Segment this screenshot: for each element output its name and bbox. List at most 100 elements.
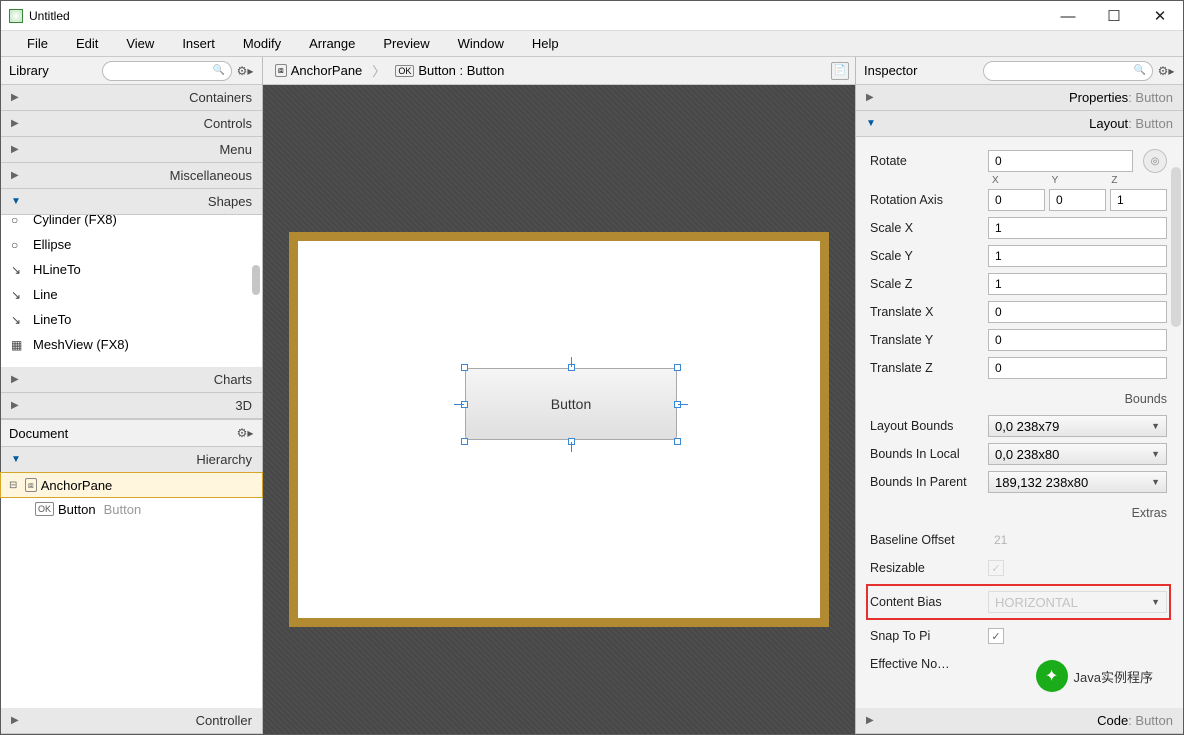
library-header: Library ⚙▸ [1,57,262,85]
library-search[interactable] [102,61,232,81]
preview-button[interactable]: Button [465,368,677,440]
scale-z-label: Scale Z [870,277,988,291]
scale-y-label: Scale Y [870,249,988,263]
section-miscellaneous[interactable]: ▶Miscellaneous [1,163,262,189]
scale-y-input[interactable] [988,245,1167,267]
app-icon [9,9,23,23]
section-properties[interactable]: ▶Properties: Button [856,85,1183,111]
inspector-scrollbar[interactable] [1171,167,1181,327]
content-bias-combo: HORIZONTAL▼ [988,591,1167,613]
bounds-parent-combo[interactable]: 189,132 238x80▼ [988,471,1167,493]
section-3d[interactable]: ▶3D [1,393,262,419]
gear-icon[interactable]: ⚙▸ [236,426,254,440]
rotation-x-input[interactable] [988,189,1045,211]
translate-z-input[interactable] [988,357,1167,379]
scale-z-input[interactable] [988,273,1167,295]
menu-view[interactable]: View [112,32,168,55]
lib-item-lineto[interactable]: ↘LineTo [1,307,262,332]
tree-row-button[interactable]: OK Button Button [1,497,262,521]
canvas-frame[interactable]: Button [289,232,829,627]
crumb-button[interactable]: OKButton : Button [389,63,510,78]
bounds-local-label: Bounds In Local [870,447,988,461]
translate-x-input[interactable] [988,301,1167,323]
resize-handle-se[interactable] [674,438,681,445]
chevron-down-icon: ▼ [1151,421,1160,431]
menu-window[interactable]: Window [444,32,518,55]
left-panel: Library ⚙▸ ▶Containers ▶Controls ▶Menu ▶… [1,57,263,734]
baseline-input [988,529,1167,551]
close-button[interactable]: ✕ [1137,1,1183,31]
titlebar: Untitled — ☐ ✕ [1,1,1183,31]
menu-modify[interactable]: Modify [229,32,295,55]
menu-insert[interactable]: Insert [168,32,229,55]
chevron-down-icon: ▼ [1151,597,1160,607]
bounds-local-combo[interactable]: 0,0 238x80▼ [988,443,1167,465]
guide-line [454,404,464,405]
rotation-y-input[interactable] [1049,189,1106,211]
guide-line [571,442,572,452]
tree-row-anchorpane[interactable]: ⊟ ⧈ AnchorPane [1,473,262,497]
maximize-button[interactable]: ☐ [1091,1,1137,31]
menubar: File Edit View Insert Modify Arrange Pre… [1,31,1183,57]
bounds-parent-label: Bounds In Parent [870,475,988,489]
section-shapes[interactable]: ▼Shapes [1,189,262,215]
resize-handle-ne[interactable] [674,364,681,371]
window-controls: — ☐ ✕ [1045,1,1183,30]
menu-help[interactable]: Help [518,32,573,55]
lib-item-cylinder[interactable]: ○Cylinder (FX8) [1,215,262,232]
scale-x-input[interactable] [988,217,1167,239]
window-title: Untitled [29,9,1045,23]
hlineto-icon: ↘ [11,263,27,277]
chevron-down-icon: ▼ [1151,477,1160,487]
translate-y-input[interactable] [988,329,1167,351]
inspector-header: Inspector ⚙▸ [856,57,1183,85]
menu-edit[interactable]: Edit [62,32,112,55]
button-icon: OK [35,502,54,516]
meshview-icon: ▦ [11,338,27,352]
section-controller[interactable]: ▶Controller [1,708,262,734]
library-scrollbar[interactable] [252,265,260,295]
chevron-down-icon: ▼ [1151,449,1160,459]
lineto-icon: ↘ [11,313,27,327]
resize-handle-sw[interactable] [461,438,468,445]
lib-item-ellipse[interactable]: ○Ellipse [1,232,262,257]
resize-handle-nw[interactable] [461,364,468,371]
layout-bounds-combo[interactable]: 0,0 238x79▼ [988,415,1167,437]
rotation-z-input[interactable] [1110,189,1167,211]
resizable-checkbox: ✓ [988,560,1004,576]
content-bias-highlight: Content BiasHORIZONTAL▼ [866,584,1171,620]
reset-button[interactable]: ◎ [1143,149,1167,173]
gear-icon[interactable]: ⚙▸ [1157,64,1175,78]
gear-icon[interactable]: ⚙▸ [236,64,254,78]
lib-item-meshview[interactable]: ▦MeshView (FX8) [1,332,262,357]
layout-bounds-label: Layout Bounds [870,419,988,433]
section-layout[interactable]: ▼Layout: Button [856,111,1183,137]
chevron-icon: 〉 [372,61,385,80]
section-code[interactable]: ▶Code: Button [856,708,1183,734]
menu-arrange[interactable]: Arrange [295,32,369,55]
disclosure-icon[interactable]: ⊟ [9,480,21,491]
canvas[interactable]: Button [263,85,855,734]
translate-z-label: Translate Z [870,361,988,375]
minimize-button[interactable]: — [1045,1,1091,31]
translate-x-label: Translate X [870,305,988,319]
bounds-header: Bounds [870,382,1167,412]
section-controls[interactable]: ▶Controls [1,111,262,137]
extras-header: Extras [870,496,1167,526]
section-charts[interactable]: ▶Charts [1,367,262,393]
crumb-anchorpane[interactable]: ⧈AnchorPane [269,63,368,78]
snap-checkbox[interactable]: ✓ [988,628,1004,644]
section-menu[interactable]: ▶Menu [1,137,262,163]
lib-item-line[interactable]: ↘Line [1,282,262,307]
section-containers[interactable]: ▶Containers [1,85,262,111]
snap-label: Snap To Pi [870,629,988,643]
document-icon[interactable]: 📄 [831,62,849,80]
inspector-search[interactable] [983,61,1153,81]
section-hierarchy[interactable]: ▼Hierarchy [1,447,262,473]
menu-preview[interactable]: Preview [369,32,443,55]
scale-x-label: Scale X [870,221,988,235]
content-bias-label: Content Bias [870,595,988,609]
rotate-input[interactable] [988,150,1133,172]
menu-file[interactable]: File [13,32,62,55]
lib-item-hlineto[interactable]: ↘HLineTo [1,257,262,282]
